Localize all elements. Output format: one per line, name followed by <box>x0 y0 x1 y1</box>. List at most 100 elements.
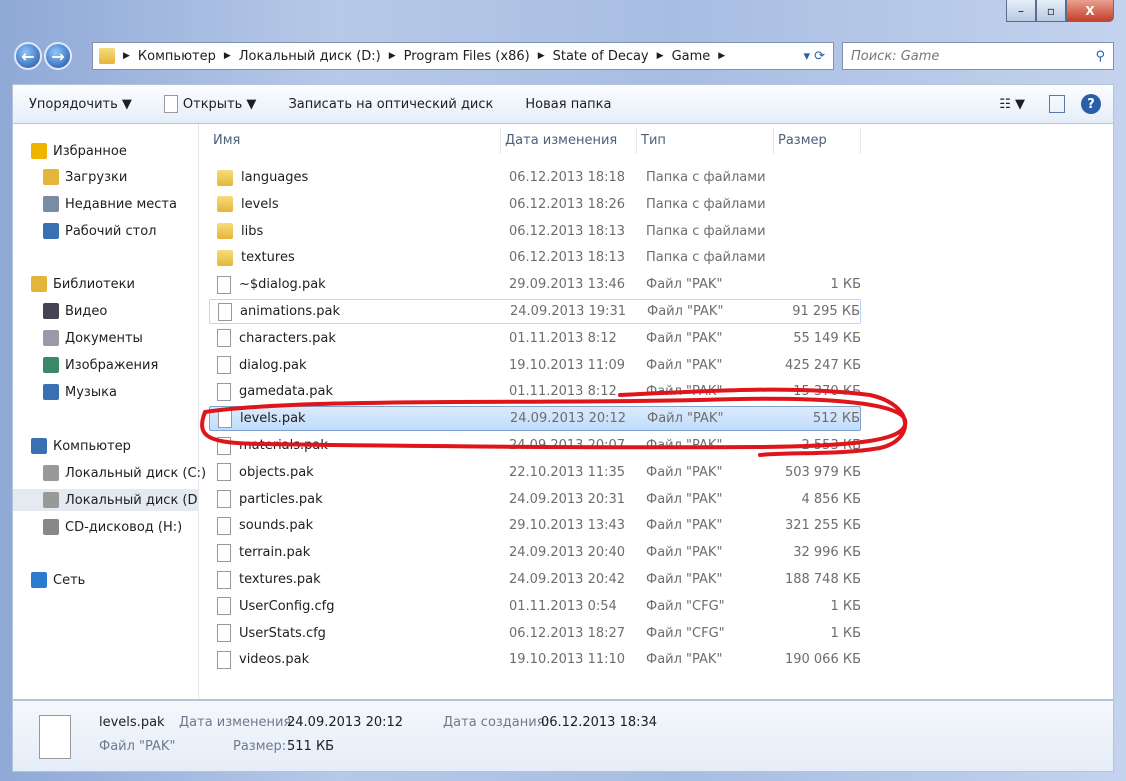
column-date[interactable]: Дата изменения <box>501 128 637 154</box>
file-row[interactable]: dialog.pak 19.10.2013 11:09 Файл "PAK" 4… <box>209 353 861 378</box>
close-button[interactable]: X <box>1066 0 1114 22</box>
sidebar-item[interactable]: CD-дисковод (H:) <box>43 516 221 538</box>
file-row[interactable]: characters.pak 01.11.2013 8:12 Файл "PAK… <box>209 326 861 351</box>
file-row[interactable]: levels.pak 24.09.2013 20:12 Файл "PAK" 5… <box>209 406 861 432</box>
new-folder-button[interactable]: Новая папка <box>509 97 627 112</box>
file-icon <box>39 715 71 759</box>
file-row[interactable]: sounds.pak 29.10.2013 13:43 Файл "PAK" 3… <box>209 513 861 538</box>
file-row[interactable]: textures 06.12.2013 18:13 Папка с файлам… <box>209 245 861 270</box>
sidebar-item-label: Документы <box>65 330 143 346</box>
file-row[interactable]: textures.pak 24.09.2013 20:42 Файл "PAK"… <box>209 567 861 592</box>
file-name: languages <box>241 170 309 185</box>
breadcrumb-separator[interactable]: ▶ <box>224 51 231 61</box>
file-date: 06.12.2013 18:27 <box>509 625 626 641</box>
file-row[interactable]: ~$dialog.pak 29.09.2013 13:46 Файл "PAK"… <box>209 272 861 297</box>
file-row[interactable]: animations.pak 24.09.2013 19:31 Файл "PA… <box>209 299 861 324</box>
sidebar-item[interactable]: Локальный диск (C:) <box>43 462 221 484</box>
file-type: Файл "PAK" <box>646 277 723 293</box>
file-date: 24.09.2013 20:07 <box>509 438 626 453</box>
breadcrumb-separator[interactable]: ▶ <box>389 51 396 61</box>
column-type[interactable]: Тип <box>637 128 774 154</box>
file-date: 01.11.2013 8:12 <box>509 330 617 346</box>
file-size: 425 247 КБ <box>784 357 861 373</box>
breadcrumb-separator[interactable]: ▶ <box>123 51 130 61</box>
file-row[interactable]: levels 06.12.2013 18:26 Папка с файлами <box>209 192 861 217</box>
file-row[interactable]: particles.pak 24.09.2013 20:31 Файл "PAK… <box>209 487 861 512</box>
organize-button[interactable]: Упорядочить ▼ <box>13 97 148 112</box>
sidebar-item[interactable]: Видео <box>43 300 221 322</box>
sidebar-item[interactable]: Компьютер <box>31 435 209 457</box>
file-type: Папка с файлами <box>646 196 766 212</box>
refresh-button[interactable]: ▾ ⟳ <box>803 49 825 64</box>
file-size: 1 КБ <box>830 277 861 293</box>
music-icon <box>43 384 59 400</box>
detail-type: Файл "PAK" <box>99 739 176 754</box>
sidebar-item[interactable]: Музыка <box>43 381 221 403</box>
breadcrumb-separator[interactable]: ▶ <box>718 51 725 61</box>
file-icon <box>217 436 231 455</box>
file-row[interactable]: videos.pak 19.10.2013 11:10 Файл "PAK" 1… <box>209 647 861 672</box>
sidebar-item[interactable]: Сеть <box>31 569 209 591</box>
folder-icon <box>217 249 233 266</box>
breadcrumb-item[interactable]: Локальный диск (D:) <box>239 49 381 64</box>
file-icon <box>218 409 232 428</box>
breadcrumb-item[interactable]: State of Decay <box>553 49 649 64</box>
views-button[interactable]: ☷ ▼ <box>983 97 1041 112</box>
preview-pane-button[interactable] <box>1041 95 1073 113</box>
file-type: Файл "CFG" <box>646 598 725 614</box>
file-name: terrain.pak <box>239 545 311 561</box>
file-row[interactable]: UserConfig.cfg 01.11.2013 0:54 Файл "CFG… <box>209 594 861 619</box>
file-row[interactable]: terrain.pak 24.09.2013 20:40 Файл "PAK" … <box>209 540 861 565</box>
file-icon <box>217 382 231 401</box>
file-row[interactable]: languages 06.12.2013 18:18 Папка с файла… <box>209 165 861 190</box>
burn-button[interactable]: Записать на оптический диск <box>272 97 509 112</box>
forward-button[interactable]: → <box>44 42 72 70</box>
breadcrumb-item[interactable]: Game <box>672 49 711 64</box>
created-label: Дата создания: <box>443 715 549 730</box>
sidebar-item[interactable]: Локальный диск (D:) <box>13 489 199 511</box>
file-icon <box>217 597 231 616</box>
address-bar[interactable]: ▶ Компьютер ▶ Локальный диск (D:) ▶ Program F… <box>92 42 834 70</box>
detail-name: levels.pak <box>99 715 165 730</box>
desktop-icon <box>43 223 59 239</box>
file-row[interactable]: objects.pak 22.10.2013 11:35 Файл "PAK" … <box>209 460 861 485</box>
column-size[interactable]: Размер <box>774 128 861 154</box>
sidebar-item[interactable]: Загрузки <box>43 166 221 188</box>
size-label: Размер: <box>233 739 287 754</box>
file-size: 503 979 КБ <box>784 464 861 480</box>
sidebar-item[interactable]: Документы <box>43 327 221 349</box>
maximize-button[interactable]: ▫ <box>1036 0 1066 22</box>
breadcrumb-item[interactable]: Компьютер <box>138 49 216 64</box>
sidebar-item[interactable]: Библиотеки <box>31 273 209 295</box>
drive-icon <box>43 492 59 508</box>
file-row[interactable]: gamedata.pak 01.11.2013 8:12 Файл "PAK" … <box>209 379 861 404</box>
video-icon <box>43 303 59 319</box>
file-size: 188 748 КБ <box>784 572 861 587</box>
computer-icon <box>31 438 47 454</box>
file-row[interactable]: libs 06.12.2013 18:13 Папка с файлами <box>209 219 861 244</box>
back-button[interactable]: ← <box>14 42 42 70</box>
file-type: Файл "PAK" <box>647 411 724 427</box>
sidebar-item[interactable]: Недавние места <box>43 193 221 215</box>
help-button[interactable]: ? <box>1073 94 1113 114</box>
sidebar-item[interactable]: Избранное <box>31 140 209 162</box>
open-button[interactable]: Открыть ▼ <box>148 95 273 113</box>
sidebar-item[interactable]: Изображения <box>43 354 221 376</box>
file-row[interactable]: UserStats.cfg 06.12.2013 18:27 Файл "CFG… <box>209 621 861 646</box>
breadcrumb-item[interactable]: Program Files (x86) <box>404 49 530 64</box>
file-type: Файл "PAK" <box>647 304 724 319</box>
file-type: Файл "PAK" <box>646 572 723 587</box>
sidebar-item-label: Рабочий стол <box>65 223 157 239</box>
file-type: Папка с файлами <box>646 250 766 266</box>
file-row[interactable]: materials.pak 24.09.2013 20:07 Файл "PAK… <box>209 433 861 458</box>
breadcrumb-separator[interactable]: ▶ <box>538 51 545 61</box>
file-size: 512 КБ <box>812 411 860 427</box>
breadcrumb-separator[interactable]: ▶ <box>657 51 664 61</box>
sidebar-item[interactable]: Рабочий стол <box>43 220 221 242</box>
minimize-button[interactable]: – <box>1006 0 1036 22</box>
search-input[interactable]: Поиск: Game ⚲ <box>842 42 1114 70</box>
column-name[interactable]: Имя <box>209 128 501 154</box>
search-icon[interactable]: ⚲ <box>1095 49 1105 64</box>
file-date: 06.12.2013 18:26 <box>509 196 626 212</box>
sidebar-item-label: Музыка <box>65 384 117 400</box>
